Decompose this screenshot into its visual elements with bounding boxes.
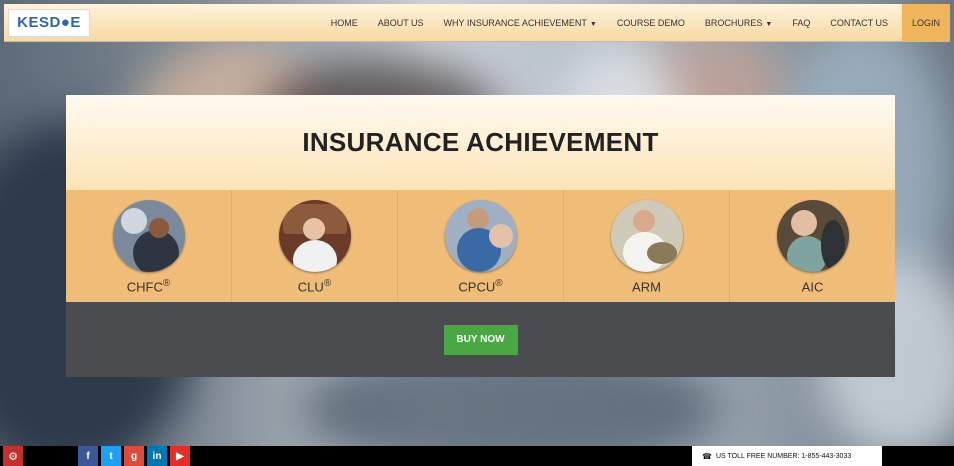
nav-item-faq[interactable]: FAQ xyxy=(792,18,810,28)
nav-item-course-demo[interactable]: COURSE DEMO xyxy=(617,18,685,28)
bottom-bar: ⚙ f t g in ▶ ☎ US TOLL FREE NUMBER: 1-85… xyxy=(0,446,954,466)
nav-item-label: FAQ xyxy=(792,17,811,28)
course-photo[interactable] xyxy=(112,200,185,272)
course-card-cpcu[interactable]: CPCU® xyxy=(397,190,563,302)
course-list: CHFC® CLU® CPCU® ARM AIC xyxy=(66,190,895,302)
course-name-text: CLU xyxy=(297,279,324,295)
nav-item-contact-us[interactable]: CONTACT US xyxy=(830,18,888,28)
nav-item-label: BROCHURES xyxy=(704,17,763,28)
settings-gear-icon[interactable]: ⚙ xyxy=(3,446,23,466)
hero-title-bar: INSURANCE ACHIEVEMENT xyxy=(66,95,895,190)
registered-mark: ® xyxy=(495,278,503,289)
toll-free-number[interactable]: ☎ US TOLL FREE NUMBER: 1-855-443-3033 xyxy=(692,446,882,466)
phone-icon: ☎ xyxy=(702,451,712,461)
nav-item-label: HOME xyxy=(330,17,358,28)
site-logo[interactable]: KESD●E xyxy=(8,8,90,37)
course-name: ARM xyxy=(632,278,661,294)
social-links: f t g in ▶ xyxy=(78,446,193,466)
nav-item-why-insurance-achievement[interactable]: WHY INSURANCE ACHIEVEMENT ▼ xyxy=(444,18,597,28)
course-card-chfc[interactable]: CHFC® xyxy=(66,190,231,302)
nav-item-label: ABOUT US xyxy=(377,17,424,28)
caret-down-icon: ▼ xyxy=(589,20,597,28)
youtube-icon[interactable]: ▶ xyxy=(170,446,190,466)
course-name: CLU® xyxy=(298,278,331,294)
course-photo[interactable] xyxy=(278,200,351,272)
hero-panel: INSURANCE ACHIEVEMENT CHFC® CLU® CPCU® A… xyxy=(66,95,895,377)
course-name-text: CHFC xyxy=(126,279,163,295)
course-card-clu[interactable]: CLU® xyxy=(231,190,397,302)
linkedin-icon[interactable]: in xyxy=(147,446,167,466)
twitter-icon[interactable]: t xyxy=(101,446,121,466)
nav-item-home[interactable]: HOME xyxy=(331,18,358,28)
nav-item-label: CONTACT US xyxy=(830,17,888,28)
buy-now-button[interactable]: BUY NOW xyxy=(443,324,518,355)
course-photo[interactable] xyxy=(610,200,683,272)
course-name: AIC xyxy=(802,278,824,294)
nav-item-label: WHY INSURANCE ACHIEVEMENT xyxy=(443,17,587,28)
facebook-icon[interactable]: f xyxy=(78,446,98,466)
course-name-text: AIC xyxy=(801,279,824,295)
nav-item-label: COURSE DEMO xyxy=(616,17,685,28)
registered-mark: ® xyxy=(162,278,171,289)
course-name-text: CPCU xyxy=(458,279,496,295)
nav-item-about-us[interactable]: ABOUT US xyxy=(378,18,424,28)
registered-mark: ® xyxy=(323,278,332,289)
google-plus-icon[interactable]: g xyxy=(124,446,144,466)
buy-row: BUY NOW xyxy=(66,302,895,377)
course-photo[interactable] xyxy=(444,200,517,272)
course-name-text: ARM xyxy=(632,279,661,295)
page-title: INSURANCE ACHIEVEMENT xyxy=(302,127,659,157)
top-navbar: KESD●E HOME ABOUT US WHY INSURANCE ACHIE… xyxy=(4,4,950,42)
toll-free-text: US TOLL FREE NUMBER: 1-855-443-3033 xyxy=(715,452,852,460)
nav-item-brochures[interactable]: BROCHURES ▼ xyxy=(705,18,772,28)
login-button[interactable]: LOGIN xyxy=(902,4,950,41)
course-photo[interactable] xyxy=(776,200,849,272)
course-card-aic[interactable]: AIC xyxy=(729,190,895,302)
main-nav: HOME ABOUT US WHY INSURANCE ACHIEVEMENT ▼… xyxy=(311,4,950,41)
course-card-arm[interactable]: ARM xyxy=(563,190,729,302)
course-name: CHFC® xyxy=(127,278,170,294)
caret-down-icon: ▼ xyxy=(765,20,773,28)
course-name: CPCU® xyxy=(458,278,502,294)
